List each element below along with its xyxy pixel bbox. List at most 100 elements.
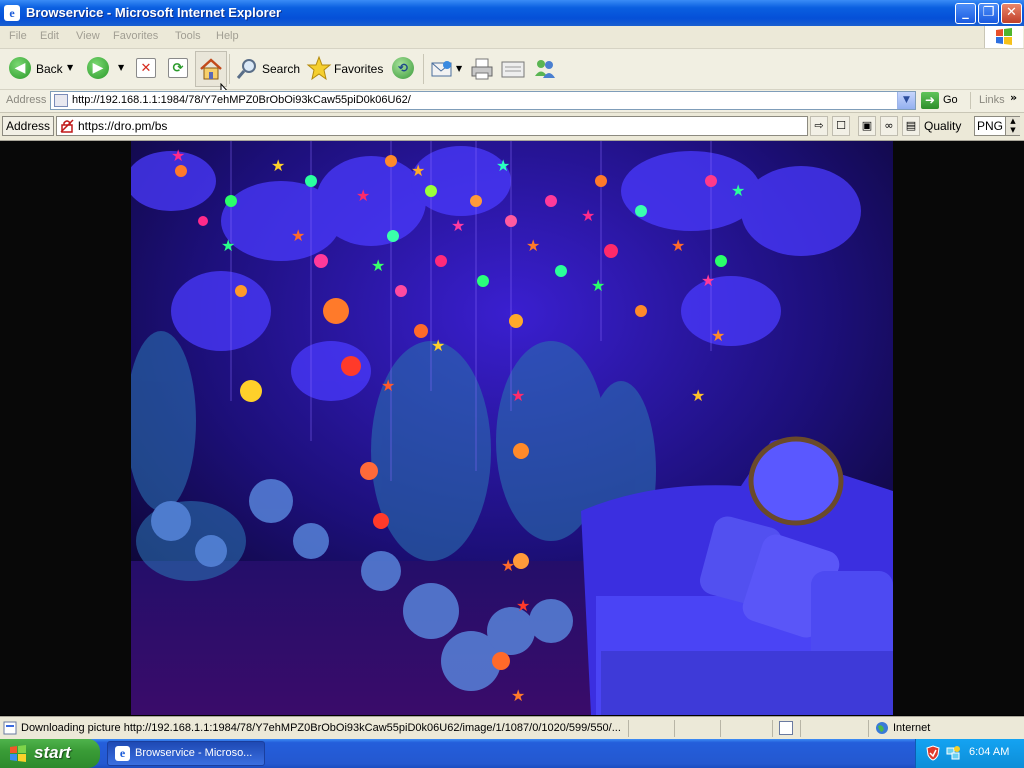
favorites-button-label[interactable]: Favorites	[334, 62, 383, 76]
taskbar-ie-window-button[interactable]: e Browservice - Microso...	[107, 741, 265, 766]
svg-text:★: ★	[221, 236, 235, 255]
restore-button[interactable]: ❐	[978, 3, 999, 24]
menu-view[interactable]: View	[76, 30, 100, 42]
taskbar: start e Browservice - Microso... 6:04 AM	[0, 739, 1024, 768]
svg-text:★: ★	[581, 206, 595, 225]
svg-text:★: ★	[701, 271, 715, 290]
svg-text:★: ★	[356, 186, 370, 205]
menu-tools[interactable]: Tools	[175, 30, 201, 42]
svg-text:★: ★	[691, 386, 705, 405]
back-button-label[interactable]: Back	[36, 62, 63, 76]
status-divider	[772, 720, 773, 737]
uv-room-photo: ★ ★ ★ ★ ★ ★ ★ ★ ★ ★ ★ ★ ★ ★ ★ ★ ★ ★ ★ ★ ★ ★ ★	[131, 141, 893, 715]
clipboard-icon[interactable]: ▤	[902, 116, 920, 136]
system-tray: 6:04 AM	[915, 739, 1024, 768]
menu-bar: File Edit View Favorites Tools Help	[0, 26, 1024, 49]
go-arrow-icon[interactable]: ➜	[921, 92, 939, 109]
address-label: Address	[6, 94, 47, 106]
home-icon	[200, 58, 222, 80]
quality-select[interactable]: PNG ▲ ▼	[974, 116, 1020, 136]
mail-dropdown-icon[interactable]: ▼	[456, 64, 462, 73]
back-arrow-icon[interactable]: ◀	[9, 57, 31, 79]
save-page-icon[interactable]: ▣	[858, 116, 876, 136]
address-input[interactable]: http://192.168.1.1:1984/78/Y7ehMPZ0BrObO…	[50, 91, 916, 110]
forward-arrow-icon[interactable]: ▶	[87, 57, 109, 79]
status-text: Downloading picture http://192.168.1.1:1…	[21, 722, 621, 734]
status-divider	[800, 720, 801, 737]
windows-logo-icon	[984, 26, 1023, 48]
security-alert-icon[interactable]	[925, 745, 941, 761]
status-divider	[720, 720, 721, 737]
svg-text:★: ★	[171, 146, 185, 165]
menu-file[interactable]: File	[9, 30, 27, 42]
status-divider	[628, 720, 629, 737]
window-title: Browservice - Microsoft Internet Explore…	[26, 5, 282, 20]
back-dropdown-icon[interactable]: ▼	[67, 63, 73, 72]
svg-text:★: ★	[431, 336, 445, 355]
svg-text:★: ★	[271, 156, 285, 175]
clock[interactable]: 6:04 AM	[969, 746, 1009, 758]
print-icon[interactable]	[469, 57, 495, 81]
svg-text:★: ★	[711, 326, 725, 345]
address-url: http://192.168.1.1:1984/78/Y7ehMPZ0BrObO…	[72, 94, 411, 106]
svg-text:★: ★	[451, 216, 465, 235]
toolbar-separator	[423, 54, 424, 84]
start-button[interactable]: start	[0, 739, 100, 768]
start-label: start	[34, 743, 71, 762]
search-icon[interactable]	[235, 57, 259, 81]
svg-text:★: ★	[591, 276, 605, 295]
forward-dropdown-icon[interactable]: ▼	[118, 63, 124, 72]
browservice-control-bar: Address https://dro.pm/bs ⇨ ☐ ▣ ∞ ▤ Qual…	[0, 113, 1024, 141]
close-button[interactable]: ✕	[1001, 3, 1022, 24]
svg-text:★: ★	[526, 236, 540, 255]
messenger-icon[interactable]	[532, 56, 558, 82]
svg-text:★: ★	[496, 156, 510, 175]
svg-text:★: ★	[371, 256, 385, 275]
internet-zone-globe-icon	[875, 721, 889, 735]
svg-text:★: ★	[381, 376, 395, 395]
edit-icon[interactable]	[500, 58, 526, 80]
page-icon	[54, 94, 68, 107]
svg-text:★: ★	[411, 161, 425, 180]
title-bar[interactable]: e Browservice - Microsoft Internet Explo…	[0, 0, 1024, 26]
windows-flag-icon	[9, 745, 27, 762]
links-chevron-icon[interactable]: »	[1010, 91, 1017, 104]
quality-label: Quality	[924, 119, 962, 133]
svg-text:★: ★	[671, 236, 685, 255]
menu-favorites[interactable]: Favorites	[113, 30, 158, 42]
network-icon[interactable]	[945, 745, 961, 761]
history-icon[interactable]: ⟲	[392, 57, 414, 79]
progress-panel-icon	[779, 721, 793, 735]
home-button[interactable]	[195, 51, 227, 87]
refresh-icon[interactable]: ⟳	[168, 58, 188, 78]
security-zone-label: Internet	[893, 722, 931, 734]
inner-address-input[interactable]: https://dro.pm/bs	[56, 116, 808, 136]
bookmark-icon[interactable]: ☐	[832, 116, 850, 136]
status-bar: Downloading picture http://192.168.1.1:1…	[0, 716, 1024, 740]
svg-text:★: ★	[731, 181, 745, 200]
find-icon[interactable]: ∞	[880, 116, 898, 136]
address-separator	[970, 92, 971, 109]
quality-value: PNG	[977, 119, 1004, 133]
stop-icon[interactable]: ✕	[136, 58, 156, 78]
ie-taskbar-icon: e	[115, 746, 130, 761]
links-label[interactable]: Links	[979, 94, 1005, 106]
standard-toolbar: ◀ Back ▼ ▶ ▼ ✕ ⟳ Search Favorites ⟲ ▼	[0, 49, 1024, 102]
favorites-star-icon[interactable]	[306, 55, 332, 81]
page-loading-icon	[3, 721, 17, 735]
mail-icon[interactable]	[430, 58, 454, 80]
minimize-button[interactable]: _	[955, 3, 976, 24]
ie-logo-icon: e	[4, 5, 20, 21]
taskbar-window-label: Browservice - Microso...	[135, 747, 253, 759]
status-divider	[674, 720, 675, 737]
page-viewport[interactable]: ★ ★ ★ ★ ★ ★ ★ ★ ★ ★ ★ ★ ★ ★ ★ ★ ★ ★ ★ ★ ★ ★ ★	[0, 141, 1024, 715]
menu-edit[interactable]: Edit	[40, 30, 59, 42]
search-button-label[interactable]: Search	[262, 62, 300, 76]
go-button[interactable]: Go	[943, 94, 958, 106]
quality-spinner-icon[interactable]: ▲ ▼	[1005, 117, 1020, 135]
address-dropdown-icon[interactable]: ▼	[897, 92, 915, 109]
svg-text:★: ★	[511, 686, 525, 705]
inner-go-arrow-icon[interactable]: ⇨	[810, 116, 828, 136]
menu-help[interactable]: Help	[216, 30, 239, 42]
status-divider	[868, 720, 869, 737]
